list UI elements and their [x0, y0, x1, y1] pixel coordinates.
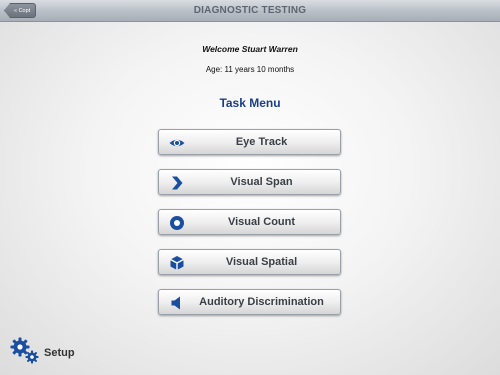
chevron-right-icon — [172, 176, 183, 190]
title-bar: DIAGNOSTIC TESTING « Copt — [0, 0, 500, 22]
visual-span-button[interactable]: Visual Span — [158, 169, 341, 195]
visual-count-button[interactable]: Visual Count — [158, 209, 341, 235]
speaker-icon — [171, 296, 180, 310]
auditory-discrimination-button[interactable]: Auditory Discrimination — [158, 289, 341, 315]
visual-spatial-button[interactable]: Visual Spatial — [158, 249, 341, 275]
gears-icon — [10, 337, 39, 364]
eye-track-button[interactable]: Eye Track — [158, 129, 341, 155]
welcome-text: Welcome Stuart Warren — [202, 44, 298, 54]
eye-icon — [169, 139, 185, 147]
age-text: Age: 11 years 10 months — [205, 65, 295, 74]
setup-label: Setup — [44, 347, 75, 359]
circle-icon — [170, 216, 184, 230]
visual-spatial-label: Visual Spatial — [225, 256, 298, 268]
cube-icon — [170, 256, 184, 270]
back-button[interactable]: « Copt — [4, 3, 37, 18]
eye-track-label: Eye Track — [235, 136, 288, 148]
setup-button[interactable]: Setup — [9, 336, 89, 366]
task-menu-heading: Task Menu — [219, 96, 281, 110]
page-title: DIAGNOSTIC TESTING — [193, 5, 307, 16]
visual-count-label: Visual Count — [227, 216, 296, 228]
auditory-discrimination-label: Auditory Discrimination — [199, 296, 324, 308]
visual-span-label: Visual Span — [230, 176, 293, 188]
